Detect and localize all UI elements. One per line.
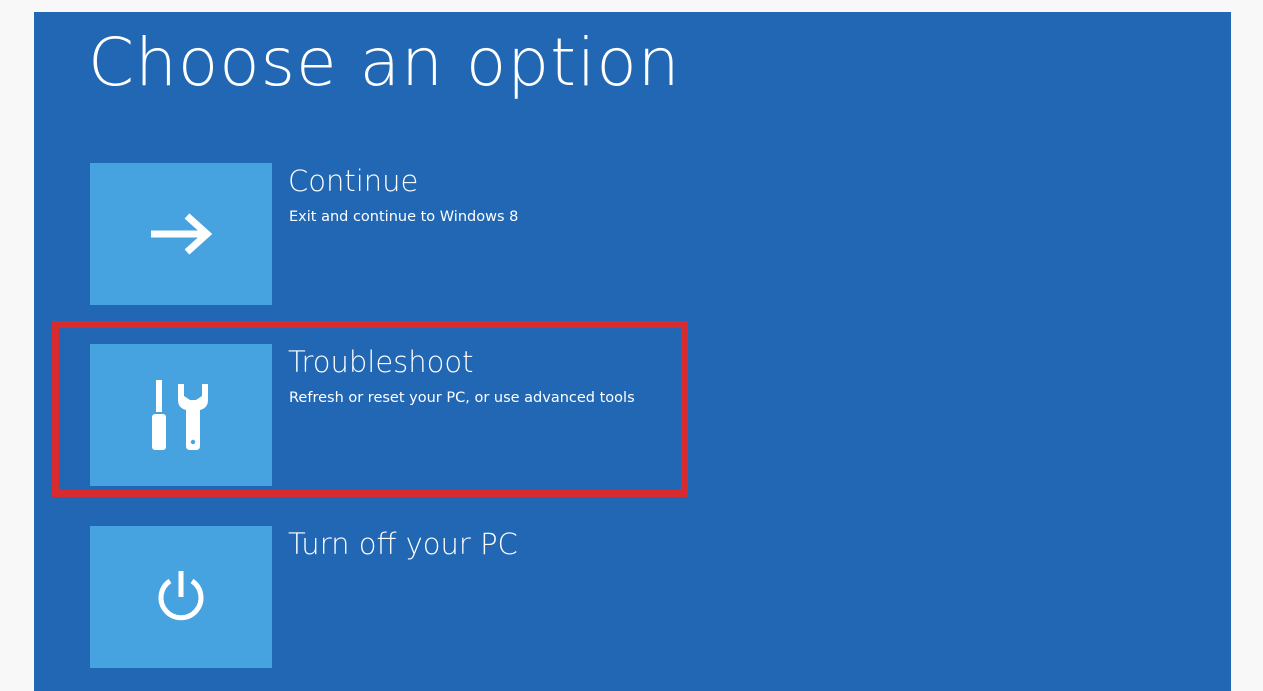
troubleshoot-label: Troubleshoot [288,345,474,379]
recovery-screen: Choose an option Continue Exit and conti… [34,12,1231,691]
turn-off-option[interactable]: Turn off your PC [90,526,650,668]
page-title: Choose an option [88,24,681,101]
turn-off-label: Turn off your PC [288,527,518,561]
continue-label: Continue [288,164,419,198]
continue-description: Exit and continue to Windows 8 [289,209,519,225]
troubleshoot-option[interactable]: Troubleshoot Refresh or reset your PC, o… [90,344,650,486]
continue-option[interactable]: Continue Exit and continue to Windows 8 [90,163,650,305]
continue-tile[interactable] [90,163,272,305]
troubleshoot-tile[interactable] [90,344,272,486]
troubleshoot-description: Refresh or reset your PC, or use advance… [289,390,635,406]
power-icon [158,571,204,621]
arrow-right-icon [151,213,213,255]
turn-off-tile[interactable] [90,526,272,668]
tools-icon [152,380,208,450]
